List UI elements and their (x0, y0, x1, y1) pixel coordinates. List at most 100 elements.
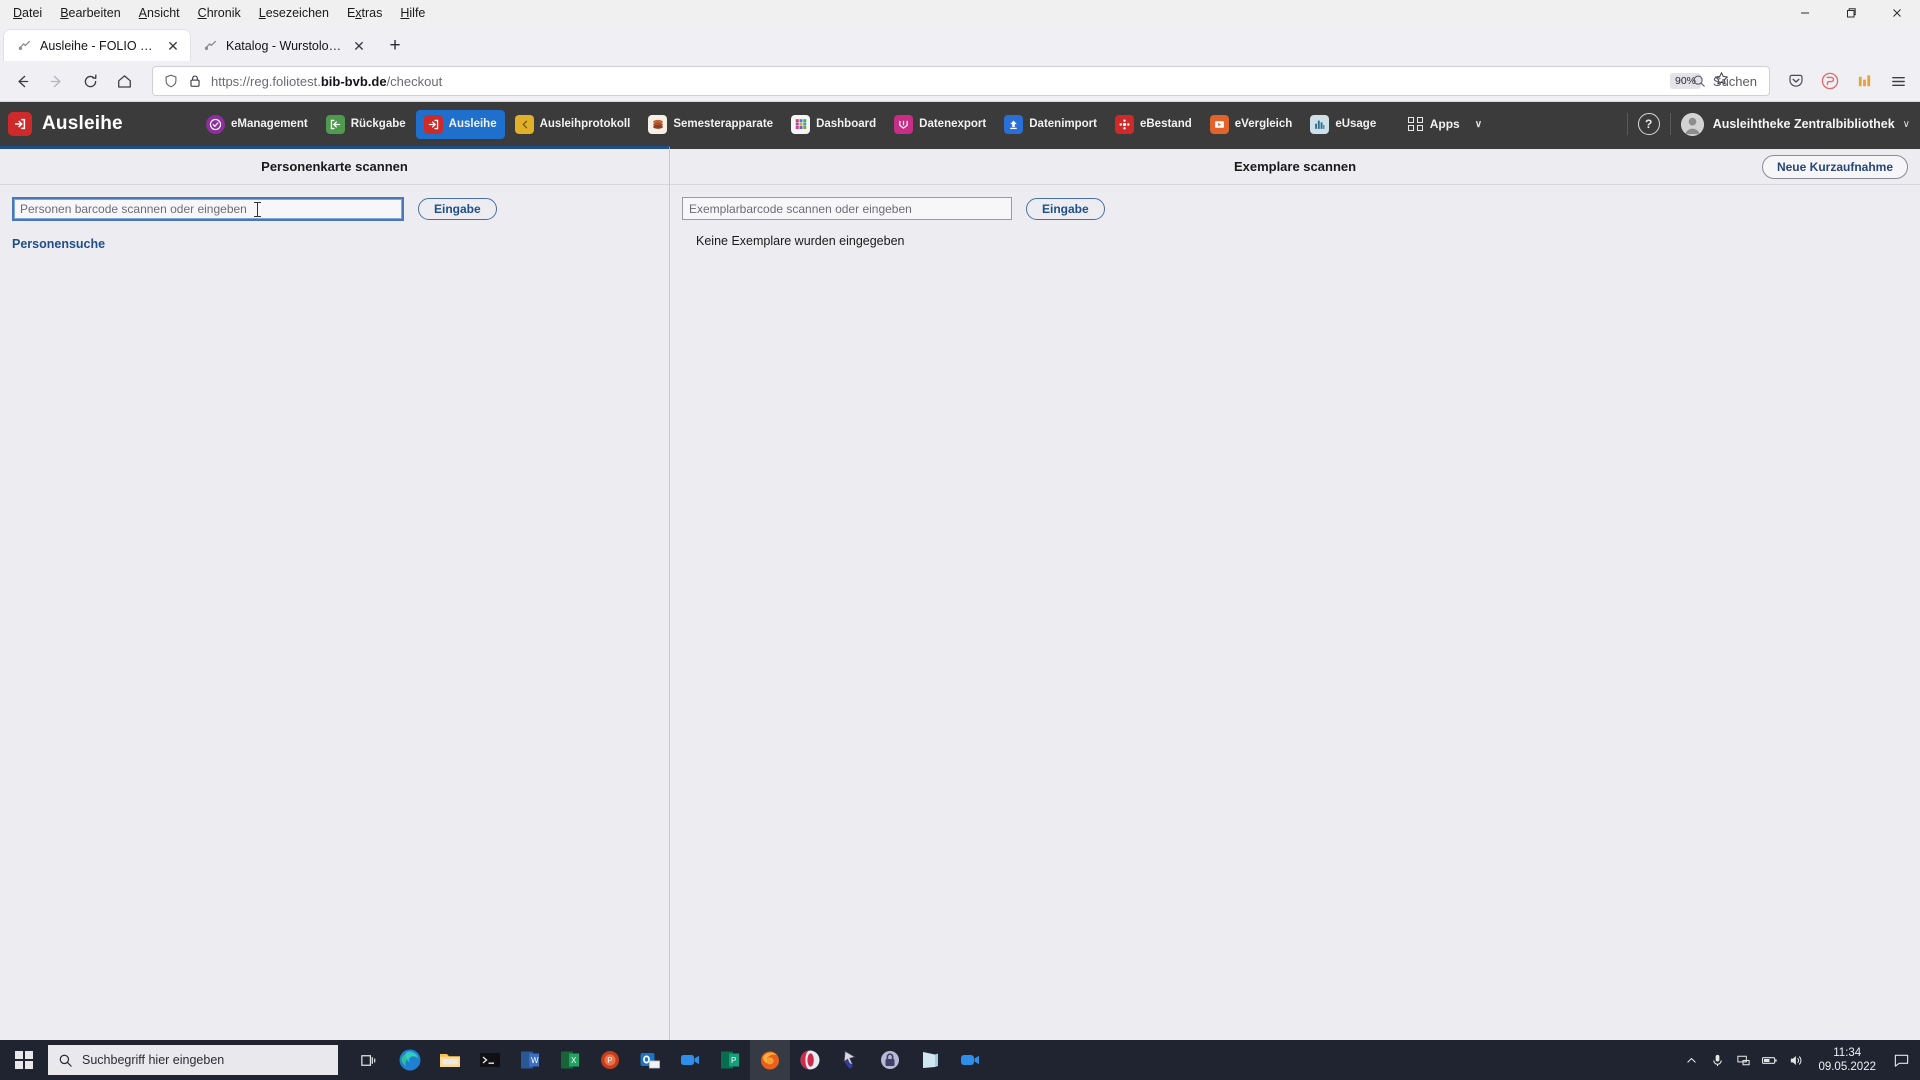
zoom-icon (961, 1055, 979, 1065)
neue-kurzaufnahme-button[interactable]: Neue Kurzaufnahme (1761, 155, 1908, 179)
menu-lesezeichen[interactable]: Lesezeichen (250, 3, 338, 23)
firefox-icon (761, 1051, 779, 1070)
taskbar-app-word[interactable]: W (510, 1040, 550, 1080)
extension-button[interactable] (1848, 66, 1880, 96)
browser-tab-0[interactable]: Ausleihe - FOLIO - FOLIO ✕ (4, 30, 190, 61)
volume-icon (1790, 1055, 1802, 1065)
minimize-button[interactable] (1782, 0, 1828, 26)
apps-menu-button[interactable]: Apps ∨ (1400, 112, 1490, 137)
taskbar-app-terminal[interactable] (470, 1040, 510, 1080)
battery-indicator[interactable] (1756, 1040, 1782, 1080)
app-header: Ausleihe eManagement Rückgabe Ausleihe A… (0, 102, 1920, 146)
menu-bearbeiten[interactable]: Bearbeiten (51, 3, 129, 23)
taskbar-app-teams[interactable] (670, 1040, 710, 1080)
publisher-icon: P (721, 1051, 739, 1069)
action-center-button[interactable] (1886, 1040, 1916, 1080)
close-icon[interactable]: ✕ (164, 37, 182, 55)
close-icon[interactable]: ✕ (350, 37, 368, 55)
taskbar-app-cursor-tool[interactable] (830, 1040, 870, 1080)
reload-button[interactable] (74, 66, 106, 96)
main-content: Personenkarte scannen Personen barcode s… (0, 146, 1920, 1040)
menu-bearbeiten-label: earbeiten (68, 6, 121, 20)
windows-taskbar: Suchbegriff hier eingeben W X P P 11:34 … (0, 1040, 1920, 1080)
nav-item-rueckgabe[interactable]: Rückgabe (318, 110, 414, 139)
close-button[interactable] (1874, 0, 1920, 26)
search-icon (59, 1054, 72, 1067)
cursor-tool-icon (843, 1050, 857, 1069)
shield-icon[interactable] (159, 70, 183, 92)
person-barcode-input[interactable]: Personen barcode scannen oder eingeben (12, 197, 404, 221)
taskbar-app-outlook[interactable] (630, 1040, 670, 1080)
item-barcode-placeholder: Exemplarbarcode scannen oder eingeben (689, 201, 912, 216)
back-button[interactable] (6, 66, 38, 96)
browser-tab-1[interactable]: Katalog - Wurstologia, oder Es ✕ (190, 30, 376, 61)
help-icon[interactable]: ? (1637, 113, 1660, 135)
nav-item-datenimport[interactable]: Datenimport (996, 110, 1105, 139)
account-button[interactable] (1814, 66, 1846, 96)
item-submit-button[interactable]: Eingabe (1026, 197, 1105, 220)
nav-item-datenimport-label: Datenimport (1029, 118, 1097, 130)
minimize-icon (1801, 12, 1809, 14)
taskbar-app-edge[interactable] (390, 1040, 430, 1080)
hamburger-menu-button[interactable] (1882, 66, 1914, 96)
nav-item-ausleihe[interactable]: Ausleihe (415, 109, 505, 139)
menu-extras[interactable]: Extras (338, 3, 391, 23)
word-icon: W (521, 1051, 539, 1069)
chevron-down-icon[interactable]: ∨ (1903, 119, 1910, 130)
person-submit-button[interactable]: Eingabe (418, 198, 497, 220)
task-view-button[interactable] (346, 1040, 390, 1080)
lock-icon[interactable] (183, 70, 207, 92)
forward-icon (50, 75, 61, 87)
item-barcode-input[interactable]: Exemplarbarcode scannen oder eingeben (682, 197, 1012, 220)
taskbar-app-zoom[interactable] (950, 1040, 990, 1080)
browser-tab-1-title: Katalog - Wurstologia, oder Es (226, 38, 342, 53)
microphone-indicator[interactable] (1704, 1040, 1730, 1080)
search-icon (1693, 75, 1705, 87)
taskbar-app-excel[interactable]: X (550, 1040, 590, 1080)
volume-indicator[interactable] (1782, 1040, 1808, 1080)
taskbar-app-firefox[interactable] (750, 1040, 790, 1080)
taskbar-app-publisher[interactable]: P (710, 1040, 750, 1080)
nav-item-evergleich[interactable]: eVergleich (1202, 110, 1301, 139)
taskbar-clock[interactable]: 11:34 09.05.2022 (1808, 1046, 1886, 1074)
nav-item-ebestand[interactable]: eBestand (1107, 110, 1200, 139)
show-hidden-icons-chevron[interactable] (1678, 1040, 1704, 1080)
taskbar-app-opera[interactable] (790, 1040, 830, 1080)
menu-datei[interactable]: Datei (4, 3, 51, 23)
pocket-button[interactable] (1780, 66, 1812, 96)
nav-item-dashboard[interactable]: Dashboard (783, 110, 884, 139)
taskbar-app-powerpoint[interactable]: P (590, 1040, 630, 1080)
menu-hilfe[interactable]: Hilfe (391, 3, 434, 23)
nav-item-datenexport[interactable]: Datenexport (886, 110, 994, 139)
taskbar-search-placeholder: Suchbegriff hier eingeben (82, 1053, 225, 1067)
personensuche-link[interactable]: Personensuche (12, 237, 105, 251)
menu-chronik[interactable]: Chronik (189, 3, 250, 23)
taskbar-search-input[interactable]: Suchbegriff hier eingeben (48, 1045, 338, 1075)
taskbar-app-keepass[interactable] (870, 1040, 910, 1080)
nav-item-eusage[interactable]: eUsage (1302, 110, 1384, 139)
new-tab-button[interactable]: + (380, 31, 410, 61)
menu-ansicht[interactable]: Ansicht (130, 3, 189, 23)
taskbar-app-onenote[interactable] (910, 1040, 950, 1080)
forward-button[interactable] (40, 66, 72, 96)
maximize-button[interactable] (1828, 0, 1874, 26)
nav-item-ausleihprotokoll[interactable]: Ausleihprotokoll (507, 110, 639, 139)
svg-text:P: P (731, 1056, 736, 1065)
nav-item-emanagement[interactable]: eManagement (198, 110, 316, 139)
chevron-down-icon: ∨ (1474, 118, 1483, 130)
taskbar-app-file-explorer[interactable] (430, 1040, 470, 1080)
home-button[interactable] (108, 66, 140, 96)
app-brand[interactable]: Ausleihe (8, 112, 198, 136)
nav-item-dashboard-label: Dashboard (816, 118, 877, 130)
url-bar[interactable]: https://reg.foliotest.bib-bvb.de/checkou… (152, 66, 1770, 96)
menu-chronik-accel: C (197, 6, 207, 20)
divider (1626, 113, 1628, 135)
network-indicator[interactable] (1730, 1040, 1756, 1080)
user-name[interactable]: Ausleihtheke Zentralbibliothek (1713, 117, 1895, 131)
clock-time: 11:34 (1833, 1047, 1862, 1059)
app-brand-name: Ausleihe (42, 113, 123, 134)
windows-start-button[interactable] (0, 1040, 48, 1080)
maximize-icon (1847, 8, 1856, 18)
nav-item-semesterapparate[interactable]: Semesterapparate (640, 110, 781, 139)
search-input[interactable]: Suchen (1692, 74, 1757, 89)
